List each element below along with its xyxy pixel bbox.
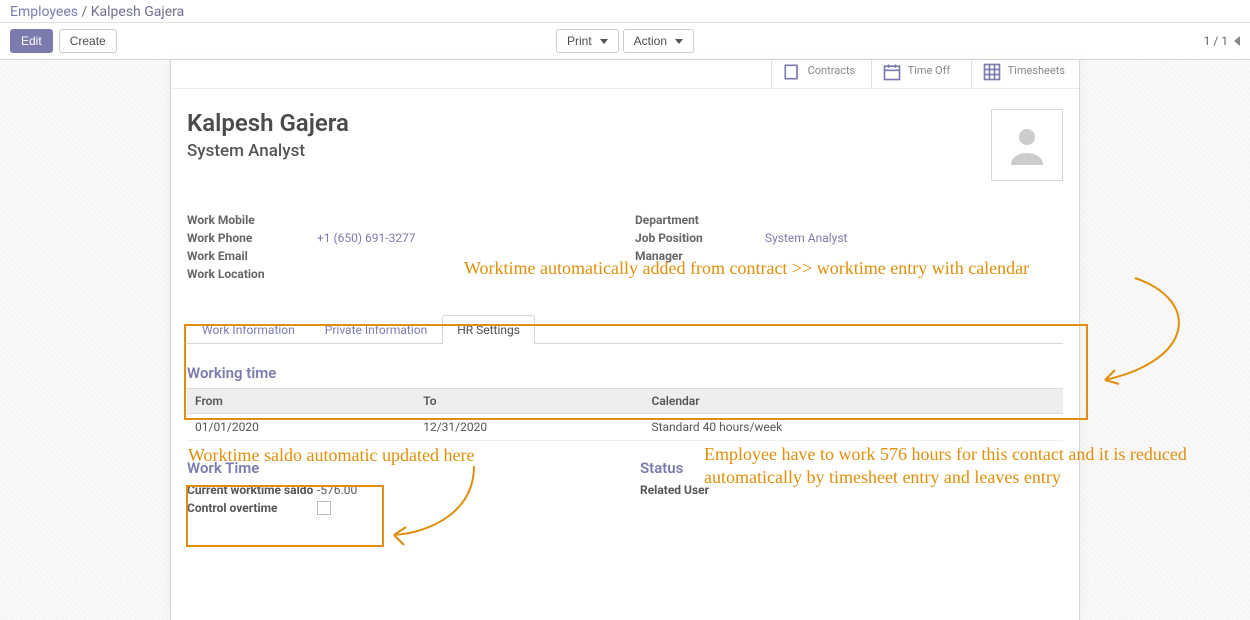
tab-private-info[interactable]: Private Information	[310, 315, 442, 344]
worktime-block: Work Time Current worktime saldo -576.00…	[187, 459, 610, 522]
col-calendar: Calendar	[643, 389, 1063, 414]
working-time-table: From To Calendar 01/01/2020 12/31/2020 S…	[187, 388, 1063, 441]
breadcrumb: Employees / Kalpesh Gajera	[10, 4, 1240, 22]
col-from: From	[187, 389, 415, 414]
pager-prev-icon[interactable]	[1234, 36, 1240, 46]
annotation-2: Worktime saldo automatic updated here	[188, 444, 474, 467]
employee-name: Kalpesh Gajera	[187, 109, 349, 137]
print-dropdown[interactable]: Print	[556, 29, 619, 53]
label-job-position: Job Position	[635, 231, 765, 245]
overtime-label: Control overtime	[187, 501, 317, 518]
edit-button[interactable]: Edit	[10, 29, 53, 53]
working-time-title: Working time	[187, 364, 1063, 382]
label-department: Department	[635, 213, 765, 227]
working-time-section: Working time From To Calendar 01/01/2020…	[187, 364, 1063, 441]
stat-contracts[interactable]: Contracts	[771, 60, 871, 88]
book-icon	[782, 62, 802, 85]
label-work-email: Work Email	[187, 249, 317, 263]
table-row[interactable]: 01/01/2020 12/31/2020 Standard 40 hours/…	[187, 414, 1063, 441]
annotation-3: Employee have to work 576 hours for this…	[704, 443, 1234, 490]
breadcrumb-current: Kalpesh Gajera	[91, 4, 185, 20]
grid-icon	[982, 62, 1002, 85]
arrow-1	[1080, 270, 1220, 390]
avatar	[991, 109, 1063, 181]
tab-work-info[interactable]: Work Information	[187, 315, 310, 344]
annotation-1: Worktime automatically added from contra…	[464, 257, 1224, 280]
create-button[interactable]: Create	[59, 29, 117, 53]
saldo-label: Current worktime saldo	[187, 483, 317, 497]
label-work-phone: Work Phone	[187, 231, 317, 245]
tabs: Work Information Private Information HR …	[187, 315, 1063, 344]
form-sheet: Contracts Time Off Timesheets Kalpesh Ga…	[170, 60, 1080, 620]
overtime-checkbox[interactable]	[317, 501, 331, 515]
work-phone-link[interactable]: +1 (650) 691-3277	[317, 231, 416, 245]
breadcrumb-root[interactable]: Employees	[10, 4, 78, 20]
stat-timeoff[interactable]: Time Off	[871, 60, 971, 88]
saldo-value: -576.00	[317, 483, 357, 497]
label-work-location: Work Location	[187, 267, 317, 281]
col-to: To	[415, 389, 643, 414]
label-work-mobile: Work Mobile	[187, 213, 317, 227]
pager-counter: 1 / 1	[1204, 34, 1228, 48]
tab-hr-settings[interactable]: HR Settings	[442, 315, 535, 344]
control-bar: Edit Create Print Action 1 / 1	[0, 23, 1250, 60]
action-dropdown[interactable]: Action	[623, 29, 694, 53]
stat-timesheets[interactable]: Timesheets	[971, 60, 1079, 88]
employee-position: System Analyst	[187, 141, 349, 161]
calendar-icon	[882, 62, 902, 85]
job-position-link[interactable]: System Analyst	[765, 231, 847, 245]
